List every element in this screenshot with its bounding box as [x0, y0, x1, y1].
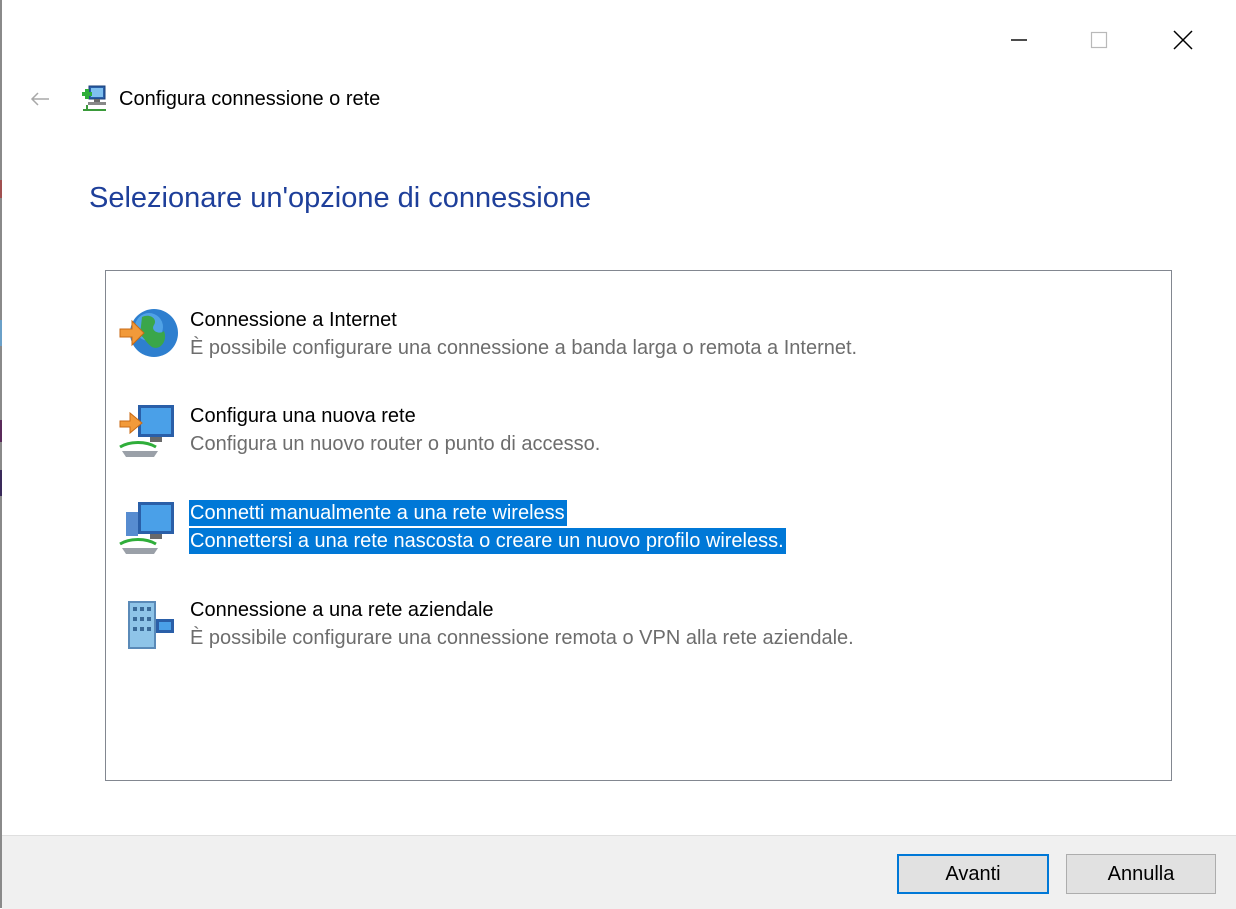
button-bar: Avanti Annulla: [2, 835, 1236, 909]
back-arrow-icon: [30, 92, 49, 106]
window-title: Configura connessione o rete: [119, 88, 381, 110]
option-title: Configura una nuova rete: [190, 405, 416, 427]
option-title: Connetti manualmente a una rete wireless: [189, 500, 567, 526]
minimize-icon: [1011, 39, 1027, 41]
maximize-icon: [1090, 31, 1108, 49]
network-setup-icon: [80, 84, 108, 112]
option-description: È possibile configurare una connessione …: [190, 337, 858, 359]
option-title: Connessione a Internet: [190, 309, 397, 331]
option-workplace-connection[interactable]: Connessione a una rete aziendale È possi…: [106, 593, 1171, 663]
option-manual-wireless[interactable]: Connetti manualmente a una rete wireless…: [106, 496, 1171, 566]
wireless-network-icon: [116, 498, 180, 560]
option-title: Connessione a una rete aziendale: [190, 599, 494, 621]
next-button[interactable]: Avanti: [897, 854, 1049, 894]
close-button[interactable]: [1160, 18, 1206, 62]
workplace-vpn-icon: [116, 595, 180, 657]
page-heading: Selezionare un'opzione di connessione: [89, 182, 592, 214]
globe-internet-icon: [116, 305, 180, 367]
new-network-icon: [116, 401, 180, 463]
close-icon: [1173, 30, 1193, 50]
option-internet-connection[interactable]: Connessione a Internet È possibile confi…: [106, 303, 1171, 373]
maximize-button[interactable]: [1076, 18, 1122, 62]
option-new-network[interactable]: Configura una nuova rete Configura un nu…: [106, 399, 1171, 469]
minimize-button[interactable]: [996, 18, 1042, 62]
connection-options-list: Connessione a Internet È possibile confi…: [105, 270, 1172, 781]
option-description: Connettersi a una rete nascosta o creare…: [189, 528, 786, 554]
option-description: È possibile configurare una connessione …: [190, 627, 854, 649]
window-left-edge: [0, 0, 2, 908]
back-button[interactable]: [28, 87, 52, 111]
option-description: Configura un nuovo router o punto di acc…: [190, 433, 601, 455]
cancel-button[interactable]: Annulla: [1066, 854, 1216, 894]
